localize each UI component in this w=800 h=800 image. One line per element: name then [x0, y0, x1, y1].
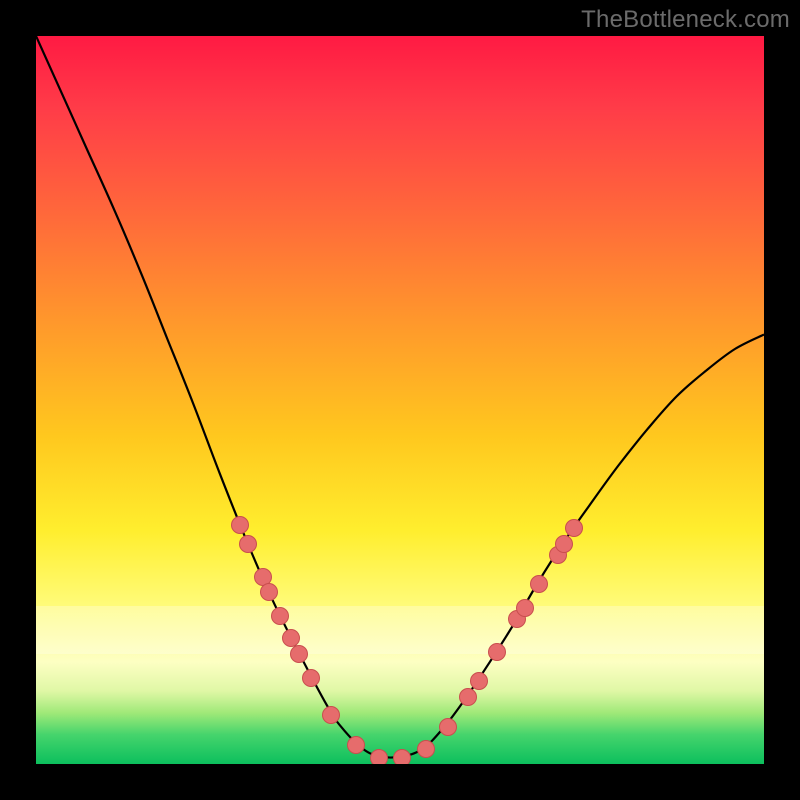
right-dot-1: [459, 688, 477, 706]
left-dot-8: [302, 669, 320, 687]
left-dot-7: [290, 645, 308, 663]
bottom-dot-1: [347, 736, 365, 754]
right-dot-3: [488, 643, 506, 661]
right-dot-7: [549, 546, 567, 564]
left-dot-2: [239, 535, 257, 553]
bottom-dot-3: [393, 749, 411, 764]
left-dot-6: [282, 629, 300, 647]
bottleneck-curve: [36, 36, 764, 758]
right-dot-8: [555, 535, 573, 553]
left-dot-3: [254, 568, 272, 586]
curve-svg: [36, 36, 764, 764]
right-dot-5: [516, 599, 534, 617]
bottom-dot-2: [370, 749, 388, 764]
watermark-text: TheBottleneck.com: [581, 6, 790, 34]
left-dot-5: [271, 607, 289, 625]
right-dot-4: [508, 610, 526, 628]
bottom-dot-5: [439, 718, 457, 736]
chart-stage: TheBottleneck.com: [0, 0, 800, 800]
left-dot-9: [322, 706, 340, 724]
left-dot-4: [260, 583, 278, 601]
right-dot-9: [565, 519, 583, 537]
right-dot-6: [530, 575, 548, 593]
bottom-dot-4: [417, 740, 435, 758]
left-dot-1: [231, 516, 249, 534]
pale-band: [36, 606, 764, 654]
right-dot-2: [470, 672, 488, 690]
plot-area: [36, 36, 764, 764]
